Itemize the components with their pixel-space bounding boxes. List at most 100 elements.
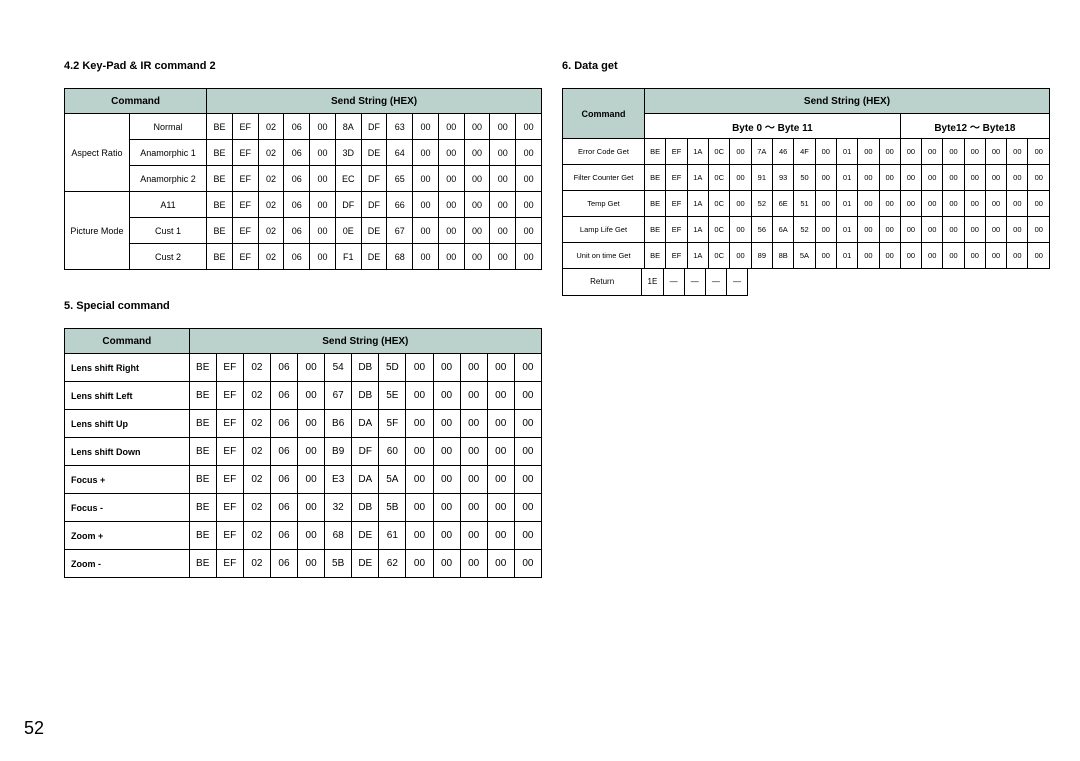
hex-cell: 67	[325, 382, 352, 410]
hex-cell: 00	[406, 354, 433, 382]
hex-cell: 00	[815, 165, 836, 191]
hex-cell: 00	[406, 438, 433, 466]
category-cell: Aspect Ratio	[65, 114, 130, 192]
hex-cell: 00	[406, 466, 433, 494]
command-cell: A11	[129, 192, 206, 218]
command-cell: Anamorphic 2	[129, 166, 206, 192]
hex-cell: 00	[730, 165, 751, 191]
hex-cell: 02	[243, 522, 270, 550]
hex-cell: BE	[189, 522, 216, 550]
hex-cell: 00	[438, 114, 464, 140]
hex-cell: EF	[232, 140, 258, 166]
hex-cell: 00	[413, 166, 439, 192]
hex-cell: 00	[514, 522, 541, 550]
hdr-command-3: Command	[563, 89, 645, 139]
hex-cell: 00	[922, 217, 943, 243]
return-label: Return	[563, 269, 642, 295]
hex-cell: 00	[298, 410, 325, 438]
hex-cell: 00	[490, 140, 516, 166]
hex-cell: BE	[207, 114, 233, 140]
hex-cell: BE	[207, 192, 233, 218]
hex-cell: 00	[406, 550, 433, 578]
hex-cell: 00	[943, 165, 964, 191]
hex-cell: 6E	[773, 191, 794, 217]
hex-cell: EF	[232, 218, 258, 244]
hex-cell: 00	[464, 192, 490, 218]
hdr-command: Command	[65, 89, 207, 114]
hex-cell: 00	[487, 410, 514, 438]
hex-cell: 06	[284, 244, 310, 270]
hex-cell: 00	[487, 550, 514, 578]
command-cell: Filter Counter Get	[563, 165, 645, 191]
hex-cell: 00	[490, 218, 516, 244]
hex-cell: BE	[207, 166, 233, 192]
hex-cell: 06	[270, 522, 297, 550]
hex-cell: 0C	[709, 191, 730, 217]
hex-cell: 00	[985, 217, 1006, 243]
hex-cell: 00	[922, 165, 943, 191]
hex-cell: 00	[490, 166, 516, 192]
hex-cell: EF	[232, 244, 258, 270]
hex-cell: 00	[943, 139, 964, 165]
hex-cell: EF	[666, 165, 687, 191]
hex-cell: 00	[406, 410, 433, 438]
hex-cell: BE	[189, 438, 216, 466]
hex-cell: 02	[243, 494, 270, 522]
hex-cell: 00	[460, 494, 487, 522]
hex-cell: 00	[460, 522, 487, 550]
command-cell: Normal	[129, 114, 206, 140]
hex-cell: EF	[216, 522, 243, 550]
hex-cell: EF	[216, 410, 243, 438]
table-special-command: Command Send String (HEX) Lens shift Rig…	[64, 328, 542, 578]
hex-cell: DB	[352, 354, 379, 382]
hex-cell: 8B	[773, 243, 794, 269]
hex-cell: 00	[1028, 191, 1050, 217]
hex-cell: 46	[773, 139, 794, 165]
hex-cell: 00	[487, 382, 514, 410]
hex-cell: 00	[964, 243, 985, 269]
hex-cell: 00	[922, 243, 943, 269]
hex-cell: BE	[644, 165, 665, 191]
hex-cell: 00	[464, 114, 490, 140]
hex-cell: 00	[464, 244, 490, 270]
hex-cell: 02	[243, 550, 270, 578]
hex-cell: 01	[836, 165, 857, 191]
hex-cell: 00	[879, 165, 900, 191]
hex-cell: 00	[730, 139, 751, 165]
hex-cell: 00	[858, 191, 879, 217]
hex-cell: 00	[298, 550, 325, 578]
command-cell: Lens shift Left	[65, 382, 190, 410]
hex-cell: 00	[516, 140, 542, 166]
hex-cell: 00	[730, 191, 751, 217]
hex-cell: DF	[361, 192, 387, 218]
hex-cell: 00	[433, 466, 460, 494]
hex-cell: 00	[900, 139, 921, 165]
hex-cell: 06	[284, 140, 310, 166]
page-number: 52	[24, 718, 44, 739]
hex-cell: 89	[751, 243, 772, 269]
hex-cell: 06	[270, 550, 297, 578]
hex-cell: 52	[751, 191, 772, 217]
hdr-send-3: Send String (HEX)	[644, 89, 1049, 114]
hex-cell: 61	[379, 522, 406, 550]
hex-cell: 02	[243, 410, 270, 438]
hex-cell: 06	[270, 466, 297, 494]
hex-cell: EF	[666, 243, 687, 269]
hex-cell: 00	[514, 382, 541, 410]
hex-cell: 0C	[709, 217, 730, 243]
hex-cell: 00	[858, 217, 879, 243]
hex-cell: DF	[335, 192, 361, 218]
hex-cell: 01	[836, 217, 857, 243]
table-return: Return 1E — — — —	[562, 269, 748, 296]
hex-cell: EF	[216, 494, 243, 522]
hex-cell: 00	[943, 191, 964, 217]
hex-cell: 00	[438, 192, 464, 218]
hex-cell: 32	[325, 494, 352, 522]
hex-cell: DE	[361, 140, 387, 166]
hex-cell: 00	[922, 191, 943, 217]
hex-cell: EF	[666, 217, 687, 243]
hex-cell: DE	[352, 550, 379, 578]
hex-cell: 00	[464, 166, 490, 192]
hex-cell: 1A	[687, 217, 708, 243]
table-keypad-ir: Command Send String (HEX) Aspect RatioNo…	[64, 88, 542, 270]
